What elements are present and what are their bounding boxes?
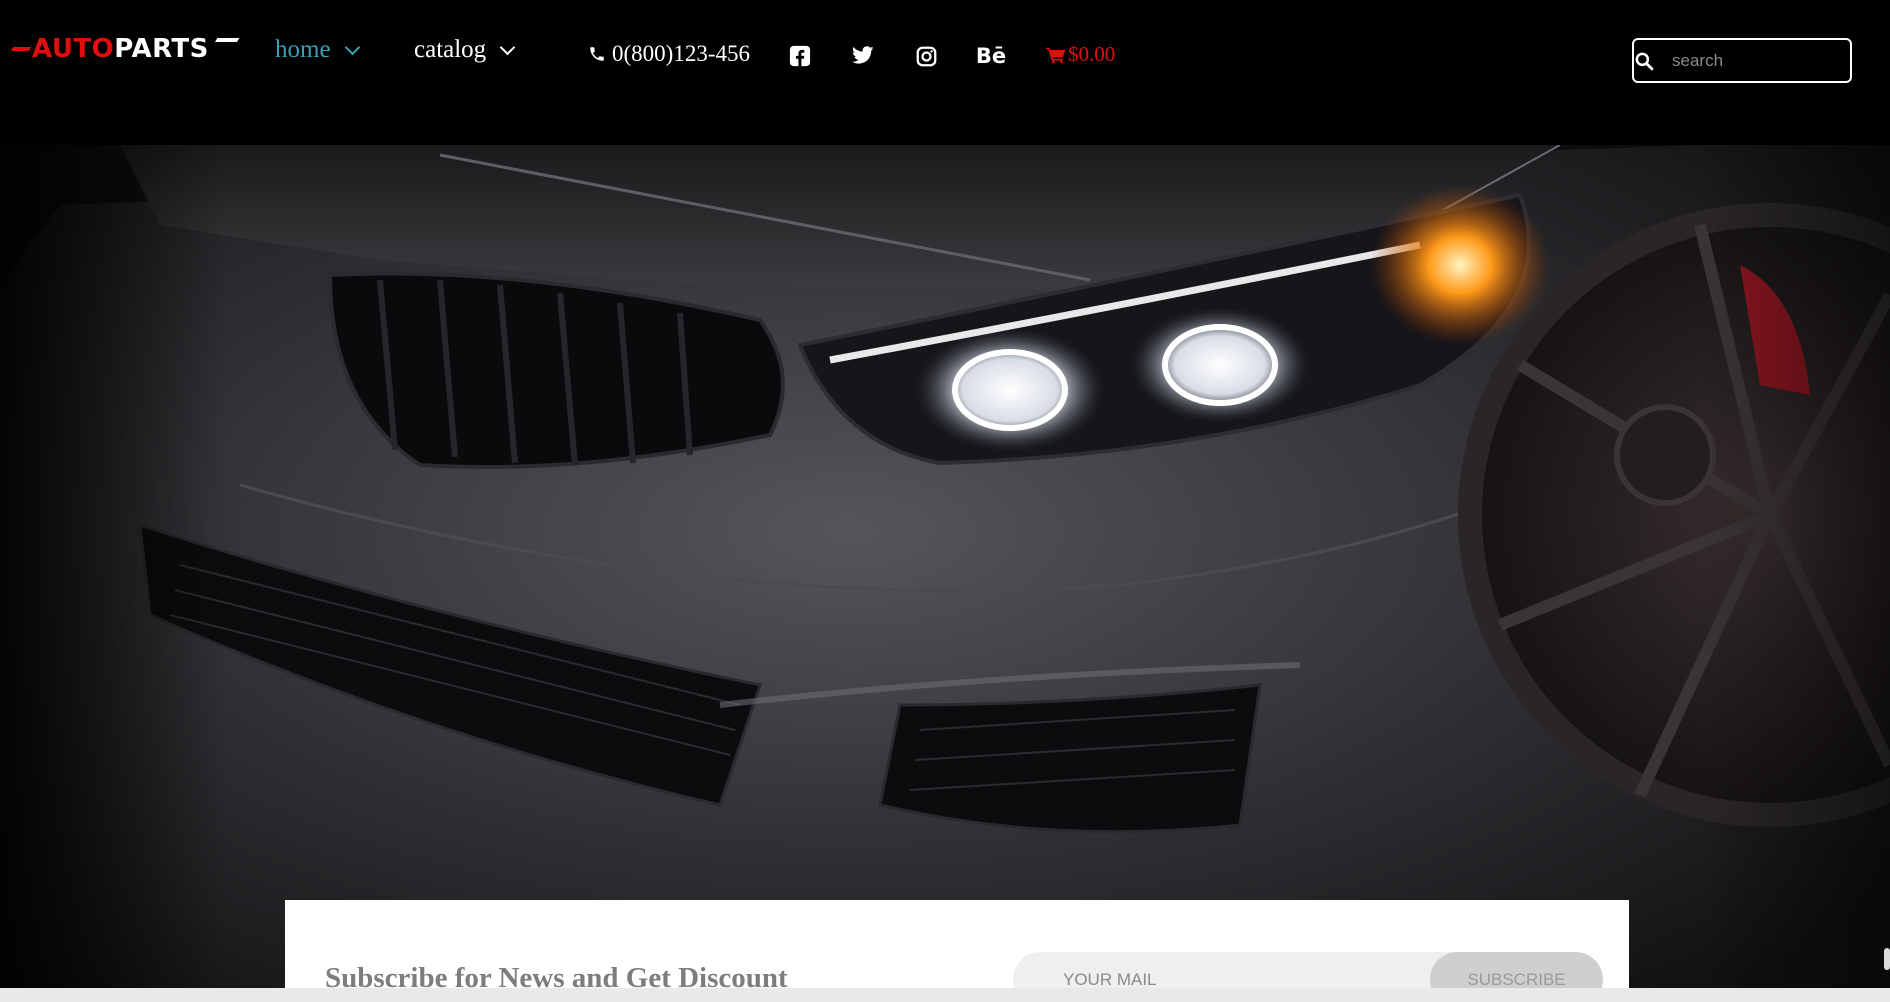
nav-item-catalog[interactable]: catalog bbox=[414, 36, 516, 64]
subscribe-panel: Subscribe for News and Get Discount SUBS… bbox=[285, 900, 1629, 1002]
cart-total: $0.00 bbox=[1068, 42, 1116, 66]
site-logo[interactable]: AUTO PARTS bbox=[10, 34, 240, 64]
twitter-link[interactable] bbox=[851, 44, 875, 68]
site-header: AUTO PARTS home catalog 0(800)123-456 Bē… bbox=[0, 0, 1890, 145]
twitter-icon bbox=[852, 46, 874, 64]
hero-banner bbox=[0, 145, 1890, 1002]
facebook-icon bbox=[789, 45, 811, 67]
behance-link[interactable]: Bē bbox=[975, 44, 1007, 68]
logo-auto-text: AUTO bbox=[32, 34, 115, 64]
behance-icon: Bē bbox=[975, 44, 1007, 68]
logo-parts-text: PARTS bbox=[114, 34, 209, 64]
facebook-link[interactable] bbox=[788, 44, 812, 68]
phone-link[interactable]: 0(800)123-456 bbox=[588, 41, 750, 67]
hero-car-image bbox=[0, 145, 1890, 1002]
search-icon[interactable] bbox=[1634, 40, 1654, 81]
search-box[interactable] bbox=[1632, 38, 1890, 83]
logo-dash bbox=[10, 47, 32, 51]
instagram-icon bbox=[916, 46, 936, 66]
scrollbar-handle[interactable] bbox=[1884, 948, 1890, 970]
logo-swoosh bbox=[214, 38, 240, 42]
cart-link[interactable]: $0.00 bbox=[1046, 42, 1115, 67]
nav-home-label: home bbox=[275, 36, 331, 63]
phone-icon bbox=[590, 47, 604, 61]
chevron-down-icon bbox=[344, 39, 360, 55]
chevron-down-icon bbox=[499, 39, 516, 55]
bottom-strip bbox=[0, 988, 1890, 1002]
cart-icon bbox=[1046, 47, 1066, 63]
nav-catalog-label: catalog bbox=[414, 36, 487, 63]
instagram-link[interactable] bbox=[914, 44, 938, 68]
nav-item-home[interactable]: home bbox=[275, 36, 360, 64]
search-input[interactable] bbox=[1654, 50, 1890, 71]
phone-number: 0(800)123-456 bbox=[612, 41, 750, 66]
